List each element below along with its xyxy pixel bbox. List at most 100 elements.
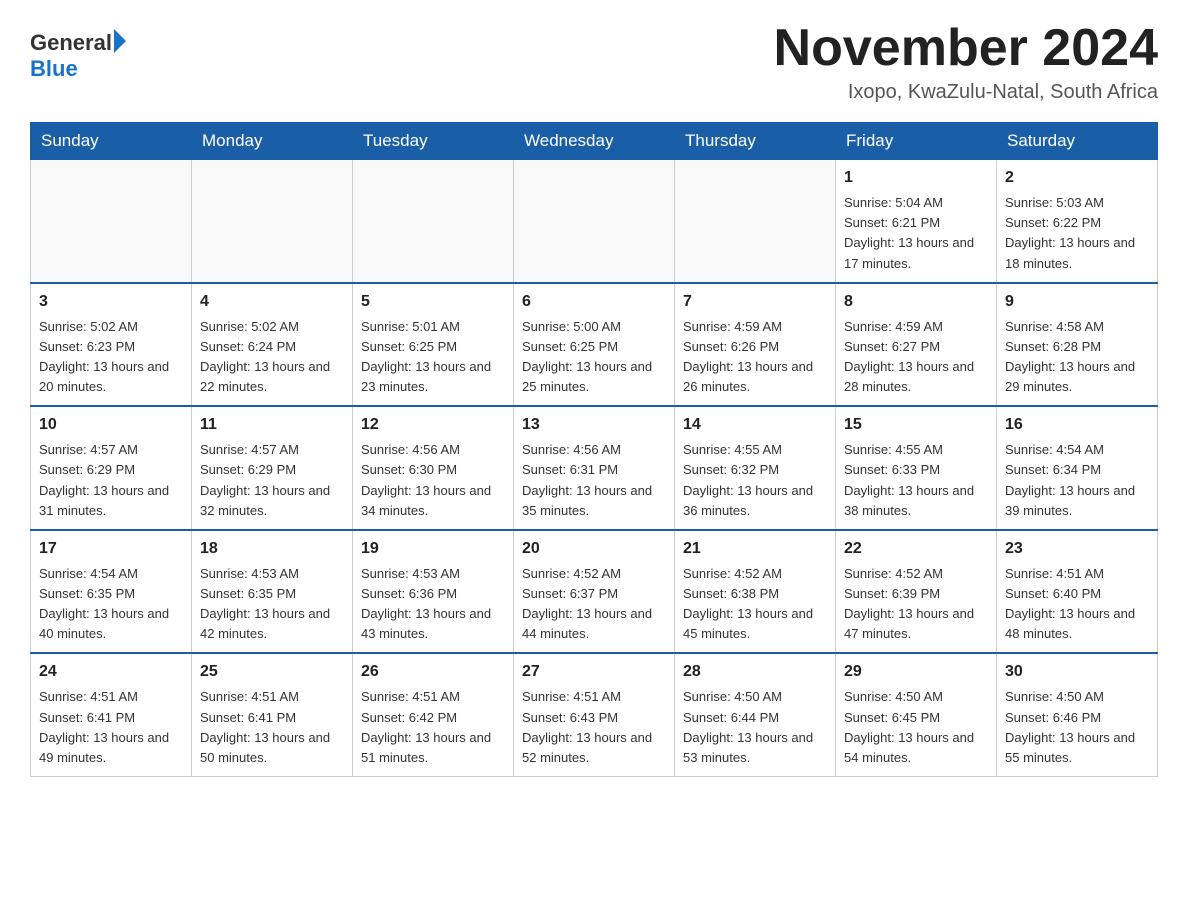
calendar-header-monday: Monday bbox=[192, 123, 353, 160]
table-row: 26Sunrise: 4:51 AMSunset: 6:42 PMDayligh… bbox=[353, 653, 514, 776]
table-row: 16 Sunrise: 4:54 AMSunset: 6:34 PMDayligh… bbox=[997, 406, 1158, 530]
day-number: 25 bbox=[200, 660, 344, 684]
logo-blue-text: Blue bbox=[30, 56, 126, 82]
day-number: 8 bbox=[844, 290, 988, 314]
day-number: 28 bbox=[683, 660, 827, 684]
table-row: 18 Sunrise: 4:53 AMSunset: 6:35 PMDayligh… bbox=[192, 530, 353, 654]
table-row: 4Sunrise: 5:02 AMSunset: 6:24 PMDaylight… bbox=[192, 283, 353, 407]
table-row: 8 Sunrise: 4:59 AMSunset: 6:27 PMDaylight… bbox=[836, 283, 997, 407]
calendar-header-tuesday: Tuesday bbox=[353, 123, 514, 160]
day-number: 18 bbox=[200, 537, 344, 561]
day-info: Sunrise: 4:50 AMSunset: 6:45 PMDaylight:… bbox=[844, 687, 988, 768]
day-info: Sunrise: 5:02 AMSunset: 6:23 PMDaylight:… bbox=[39, 317, 183, 398]
calendar-header-saturday: Saturday bbox=[997, 123, 1158, 160]
table-row: 15 Sunrise: 4:55 AMSunset: 6:33 PMDayligh… bbox=[836, 406, 997, 530]
day-info: Sunrise: 4:53 AMSunset: 6:36 PMDaylight:… bbox=[361, 564, 505, 645]
day-info: Sunrise: 4:51 AMSunset: 6:42 PMDaylight:… bbox=[361, 687, 505, 768]
table-row bbox=[514, 160, 675, 283]
day-number: 10 bbox=[39, 413, 183, 437]
day-number: 7 bbox=[683, 290, 827, 314]
day-info: Sunrise: 5:02 AMSunset: 6:24 PMDaylight:… bbox=[200, 317, 344, 398]
calendar-header-friday: Friday bbox=[836, 123, 997, 160]
day-info: Sunrise: 4:54 AMSunset: 6:34 PMDaylight:… bbox=[1005, 440, 1149, 521]
table-row: 3 Sunrise: 5:02 AMSunset: 6:23 PMDaylight… bbox=[31, 283, 192, 407]
day-info: Sunrise: 4:51 AMSunset: 6:43 PMDaylight:… bbox=[522, 687, 666, 768]
day-number: 12 bbox=[361, 413, 505, 437]
day-number: 27 bbox=[522, 660, 666, 684]
day-number: 20 bbox=[522, 537, 666, 561]
day-info: Sunrise: 4:58 AMSunset: 6:28 PMDaylight:… bbox=[1005, 317, 1149, 398]
day-info: Sunrise: 4:50 AMSunset: 6:46 PMDaylight:… bbox=[1005, 687, 1149, 768]
table-row bbox=[31, 160, 192, 283]
table-row: 11 Sunrise: 4:57 AMSunset: 6:29 PMDayligh… bbox=[192, 406, 353, 530]
day-number: 14 bbox=[683, 413, 827, 437]
day-info: Sunrise: 4:52 AMSunset: 6:38 PMDaylight:… bbox=[683, 564, 827, 645]
day-number: 23 bbox=[1005, 537, 1149, 561]
day-info: Sunrise: 4:56 AMSunset: 6:31 PMDaylight:… bbox=[522, 440, 666, 521]
day-number: 6 bbox=[522, 290, 666, 314]
table-row: 21 Sunrise: 4:52 AMSunset: 6:38 PMDayligh… bbox=[675, 530, 836, 654]
day-info: Sunrise: 4:51 AMSunset: 6:41 PMDaylight:… bbox=[39, 687, 183, 768]
table-row: 13 Sunrise: 4:56 AMSunset: 6:31 PMDayligh… bbox=[514, 406, 675, 530]
table-row: 10Sunrise: 4:57 AMSunset: 6:29 PMDayligh… bbox=[31, 406, 192, 530]
table-row: 6 Sunrise: 5:00 AMSunset: 6:25 PMDaylight… bbox=[514, 283, 675, 407]
table-row bbox=[675, 160, 836, 283]
day-info: Sunrise: 4:50 AMSunset: 6:44 PMDaylight:… bbox=[683, 687, 827, 768]
calendar-table: SundayMondayTuesdayWednesdayThursdayFrid… bbox=[30, 122, 1158, 777]
table-row: 9 Sunrise: 4:58 AMSunset: 6:28 PMDaylight… bbox=[997, 283, 1158, 407]
table-row: 23 Sunrise: 4:51 AMSunset: 6:40 PMDayligh… bbox=[997, 530, 1158, 654]
table-row bbox=[353, 160, 514, 283]
day-number: 19 bbox=[361, 537, 505, 561]
day-info: Sunrise: 4:51 AMSunset: 6:41 PMDaylight:… bbox=[200, 687, 344, 768]
table-row: 7 Sunrise: 4:59 AMSunset: 6:26 PMDaylight… bbox=[675, 283, 836, 407]
day-number: 2 bbox=[1005, 166, 1149, 190]
table-row: 29Sunrise: 4:50 AMSunset: 6:45 PMDayligh… bbox=[836, 653, 997, 776]
table-row: 28 Sunrise: 4:50 AMSunset: 6:44 PMDayligh… bbox=[675, 653, 836, 776]
table-row: 2 Sunrise: 5:03 AMSunset: 6:22 PMDaylight… bbox=[997, 160, 1158, 283]
day-info: Sunrise: 5:03 AMSunset: 6:22 PMDaylight:… bbox=[1005, 193, 1149, 274]
table-row: 25 Sunrise: 4:51 AMSunset: 6:41 PMDayligh… bbox=[192, 653, 353, 776]
calendar-header-row: SundayMondayTuesdayWednesdayThursdayFrid… bbox=[31, 123, 1158, 160]
table-row: 5Sunrise: 5:01 AMSunset: 6:25 PMDaylight… bbox=[353, 283, 514, 407]
day-number: 21 bbox=[683, 537, 827, 561]
day-number: 24 bbox=[39, 660, 183, 684]
day-info: Sunrise: 5:04 AMSunset: 6:21 PMDaylight:… bbox=[844, 193, 988, 274]
day-info: Sunrise: 4:55 AMSunset: 6:33 PMDaylight:… bbox=[844, 440, 988, 521]
table-row: 17Sunrise: 4:54 AMSunset: 6:35 PMDayligh… bbox=[31, 530, 192, 654]
day-number: 16 bbox=[1005, 413, 1149, 437]
title-area: November 2024 Ixopo, KwaZulu-Natal, Sout… bbox=[774, 20, 1158, 104]
calendar-week-row: 24 Sunrise: 4:51 AMSunset: 6:41 PMDayligh… bbox=[31, 653, 1158, 776]
day-info: Sunrise: 4:56 AMSunset: 6:30 PMDaylight:… bbox=[361, 440, 505, 521]
calendar-header-sunday: Sunday bbox=[31, 123, 192, 160]
location-subtitle: Ixopo, KwaZulu-Natal, South Africa bbox=[774, 81, 1158, 104]
day-info: Sunrise: 4:54 AMSunset: 6:35 PMDaylight:… bbox=[39, 564, 183, 645]
day-number: 3 bbox=[39, 290, 183, 314]
table-row: 27 Sunrise: 4:51 AMSunset: 6:43 PMDayligh… bbox=[514, 653, 675, 776]
logo-triangle-icon bbox=[114, 29, 126, 53]
day-number: 11 bbox=[200, 413, 344, 437]
day-info: Sunrise: 5:00 AMSunset: 6:25 PMDaylight:… bbox=[522, 317, 666, 398]
day-info: Sunrise: 4:57 AMSunset: 6:29 PMDaylight:… bbox=[200, 440, 344, 521]
table-row: 1 Sunrise: 5:04 AMSunset: 6:21 PMDaylight… bbox=[836, 160, 997, 283]
calendar-week-row: 3 Sunrise: 5:02 AMSunset: 6:23 PMDaylight… bbox=[31, 283, 1158, 407]
day-info: Sunrise: 4:53 AMSunset: 6:35 PMDaylight:… bbox=[200, 564, 344, 645]
table-row: 24 Sunrise: 4:51 AMSunset: 6:41 PMDayligh… bbox=[31, 653, 192, 776]
day-info: Sunrise: 4:51 AMSunset: 6:40 PMDaylight:… bbox=[1005, 564, 1149, 645]
day-number: 22 bbox=[844, 537, 988, 561]
day-info: Sunrise: 4:59 AMSunset: 6:26 PMDaylight:… bbox=[683, 317, 827, 398]
day-number: 15 bbox=[844, 413, 988, 437]
day-number: 13 bbox=[522, 413, 666, 437]
calendar-week-row: 10 Sunrise: 4:57 AMSunset: 6:29 PMDayligh… bbox=[31, 406, 1158, 530]
calendar-week-row: 1 Sunrise: 5:04 AMSunset: 6:21 PMDaylight… bbox=[31, 160, 1158, 283]
table-row: 22 Sunrise: 4:52 AMSunset: 6:39 PMDayligh… bbox=[836, 530, 997, 654]
day-number: 30 bbox=[1005, 660, 1149, 684]
table-row: 14Sunrise: 4:55 AMSunset: 6:32 PMDayligh… bbox=[675, 406, 836, 530]
day-info: Sunrise: 4:52 AMSunset: 6:39 PMDaylight:… bbox=[844, 564, 988, 645]
day-number: 1 bbox=[844, 166, 988, 190]
day-info: Sunrise: 4:59 AMSunset: 6:27 PMDaylight:… bbox=[844, 317, 988, 398]
table-row: 19 Sunrise: 4:53 AMSunset: 6:36 PMDayligh… bbox=[353, 530, 514, 654]
logo-general-text: General bbox=[30, 30, 112, 56]
page-header: General Blue November 2024 Ixopo, KwaZul… bbox=[30, 20, 1158, 104]
day-number: 9 bbox=[1005, 290, 1149, 314]
table-row: 30 Sunrise: 4:50 AMSunset: 6:46 PMDayligh… bbox=[997, 653, 1158, 776]
